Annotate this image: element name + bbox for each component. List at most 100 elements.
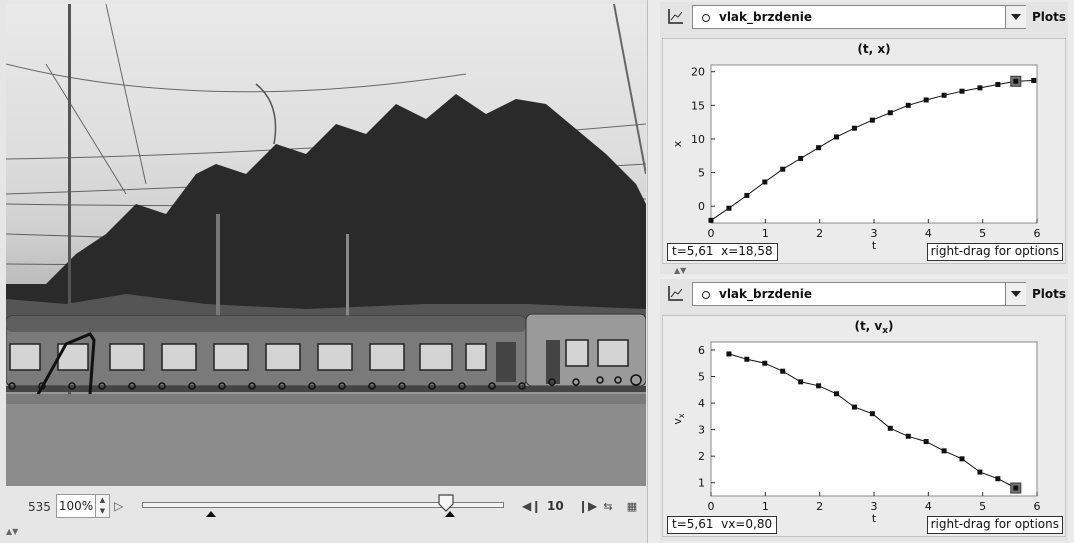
track-select[interactable]: vlak_brzdenie [692,5,1026,29]
x-tick-label: 4 [925,227,932,240]
y-tick-label: 10 [691,133,705,146]
y-tick-label: 20 [691,66,705,79]
step-back-icon[interactable]: ◀❙ [522,499,541,513]
video-image [6,4,646,486]
chart-title: (t, x) [857,42,890,56]
data-point [959,88,965,94]
video-frame[interactable] [6,4,646,486]
play-icon[interactable]: ▷ [114,499,123,513]
zoom-spinner[interactable]: ▲ ▼ [96,494,110,518]
data-point [851,125,857,131]
y-tick-label: 5 [698,371,705,384]
data-point [869,117,875,123]
spin-up-icon[interactable]: ▲ [96,495,109,506]
data-point [816,383,822,389]
zoom-field[interactable]: 100% [56,494,96,518]
x-tick-label: 6 [1034,500,1041,513]
data-point [798,155,804,161]
x-tick-label: 6 [1034,227,1041,240]
y-tick-label: 6 [698,344,705,357]
divider-grip-icon[interactable]: ▲▼ [6,527,18,536]
x-tick-label: 0 [708,500,715,513]
axes-icon[interactable] [664,6,686,28]
data-point [780,166,786,172]
y-axis-label: vx [671,413,686,425]
dropdown-arrow-icon[interactable] [1005,283,1026,305]
y-tick-label: 15 [691,99,705,112]
options-hint: right-drag for options [926,243,1063,261]
plot-panel-vx: vlak_brzdenie Plots (t, vx) 0 1 2 3 4 5 6 1 2 3 4 5 6… [660,279,1068,541]
plot-area-x[interactable]: (t, x) 0 1 2 3 4 5 6 0 5 10 15 20 t x t=5,61 x=18,58 r… [662,38,1066,264]
divider-grip-icon[interactable]: ▲▼ [674,266,686,275]
data-point [923,439,929,445]
plot-frame [710,64,1038,224]
x-tick-label: 2 [816,227,823,240]
clip-settings-icon[interactable]: ▦ [624,500,640,514]
y-tick-label: 3 [698,424,705,437]
x-tick-label: 4 [925,500,932,513]
x-tick-label: 5 [979,500,986,513]
data-point [816,145,822,151]
data-point [851,404,857,410]
y-tick-label: 1 [698,477,705,490]
data-point [995,81,1001,87]
plot-panel-x: vlak_brzdenie Plots (t, x) 0 1 2 3 4 5 6 0 5 10 15 2… [660,2,1068,275]
options-hint: right-drag for options [926,516,1063,534]
data-point [905,433,911,439]
video-panel: 535 100% ▲ ▼ ▷ ◀❙ 10 ❙▶ ⇆ ▦ ▲▼ [0,0,648,543]
y-axis-label: x [671,140,684,147]
data-point [887,110,893,116]
data-point [744,356,750,362]
x-tick-label: 1 [762,227,769,240]
data-point [834,134,840,140]
data-point [977,469,983,475]
y-tick-label: 0 [698,200,705,213]
plot-toolbar: vlak_brzdenie Plots [660,279,1068,309]
data-point [780,368,786,374]
x-tick-label: 1 [762,500,769,513]
data-point [905,102,911,108]
data-point [1031,77,1037,83]
data-point [708,217,714,223]
track-name: vlak_brzdenie [719,10,813,24]
data-point [995,476,1001,482]
y-tick-label: 4 [698,397,705,410]
step-size[interactable]: 10 [547,499,564,513]
coordinate-readout: t=5,61 vx=0,80 [667,516,778,534]
data-point [941,448,947,454]
frame-number: 535 [28,500,51,514]
axes-icon[interactable] [664,283,686,305]
track-marker-icon [702,14,710,22]
coordinate-readout: t=5,61 x=18,58 [667,243,778,261]
data-point [977,85,983,91]
chart-title: (t, vx) [854,319,893,336]
loop-icon[interactable]: ⇆ [600,500,616,514]
end-marker-icon[interactable] [445,511,455,517]
data-point [798,379,804,385]
start-marker-icon[interactable] [206,511,216,517]
slider-thumb[interactable] [438,494,454,512]
player-toolbar: 535 100% ▲ ▼ ▷ ◀❙ 10 ❙▶ ⇆ ▦ [6,490,646,524]
track-marker-icon [702,291,710,299]
track-name: vlak_brzdenie [719,287,813,301]
plots-button[interactable]: Plots [1032,287,1066,301]
data-point [744,192,750,198]
plot-area-vx[interactable]: (t, vx) 0 1 2 3 4 5 6 1 2 3 4 5 6 t vx t=5,61 vx=0,80 r… [662,315,1066,537]
chart-x[interactable]: (t, x)0 1 2 3 4 5 605101520tx [663,39,1067,265]
step-forward-icon[interactable]: ❙▶ [578,499,597,513]
data-point [726,351,732,357]
data-point [923,97,929,103]
y-tick-label: 5 [698,167,705,180]
y-tick-label: 2 [698,450,705,463]
x-tick-label: 0 [708,227,715,240]
data-point [726,205,732,211]
spin-down-icon[interactable]: ▼ [96,506,109,517]
track-select[interactable]: vlak_brzdenie [692,282,1026,306]
x-tick-label: 5 [979,227,986,240]
data-point [1013,78,1019,84]
dropdown-arrow-icon[interactable] [1005,6,1026,28]
data-point [959,456,965,462]
chart-vx[interactable]: (t, vx)0 1 2 3 4 5 6123456tvx [663,316,1067,538]
plots-button[interactable]: Plots [1032,10,1066,24]
x-axis-label: t [872,512,877,525]
